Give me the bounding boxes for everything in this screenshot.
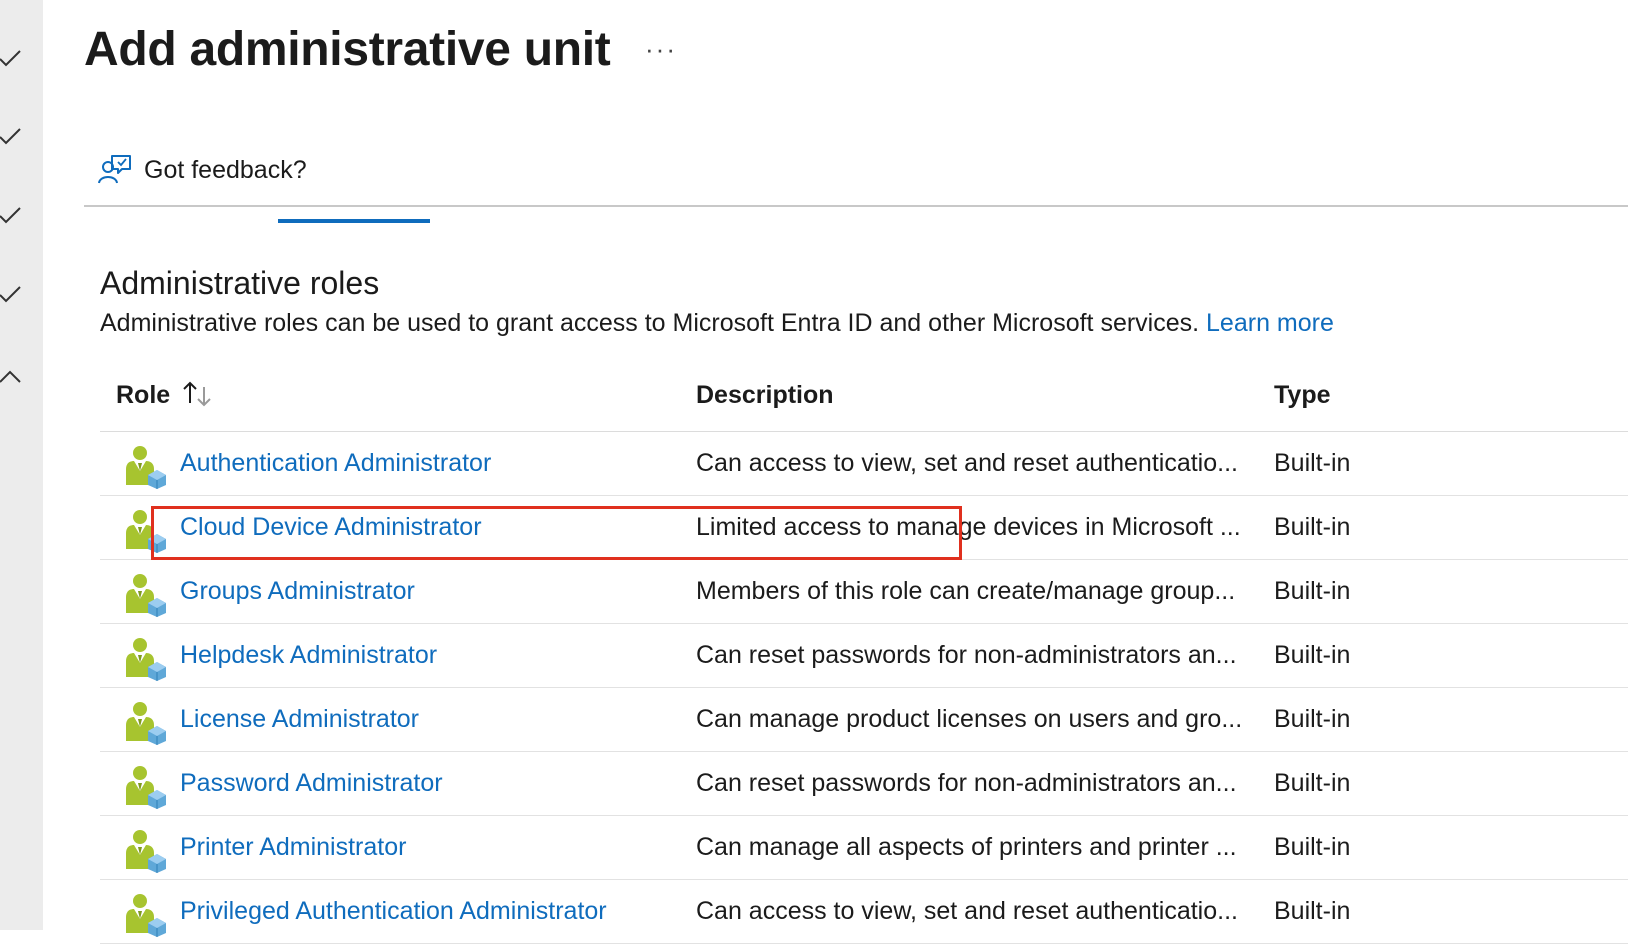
table-row[interactable]: Cloud Device Administrator Limited acces… [100, 496, 1628, 560]
role-link[interactable]: Password Administrator [180, 769, 443, 798]
table-header: Role Description Type [100, 371, 1628, 432]
table-row[interactable]: Helpdesk Administrator Can reset passwor… [100, 624, 1628, 688]
role-description: Can access to view, set and reset authen… [696, 449, 1238, 477]
role-admin-icon [126, 510, 166, 553]
role-link[interactable]: Printer Administrator [180, 833, 406, 862]
table-row[interactable]: Authentication Administrator Can access … [100, 432, 1628, 496]
page-title: Add administrative unit [84, 23, 611, 76]
role-description: Members of this role can create/manage g… [696, 577, 1236, 605]
role-admin-icon [126, 830, 166, 873]
role-type: Built-in [1274, 641, 1351, 669]
feedback-button[interactable]: Got feedback? [98, 150, 307, 190]
role-description: Limited access to manage devices in Micr… [696, 513, 1241, 541]
role-admin-icon [126, 894, 166, 937]
role-link[interactable]: Cloud Device Administrator [180, 513, 482, 542]
role-link[interactable]: Privileged Authentication Administrator [180, 897, 607, 926]
role-description: Can reset passwords for non-administrato… [696, 769, 1237, 797]
check-icon [0, 286, 21, 303]
section-title: Administrative roles [100, 265, 380, 301]
feedback-person-icon [98, 155, 131, 184]
column-header-role[interactable]: Role [116, 381, 170, 410]
active-tab-indicator [278, 219, 430, 223]
learn-more-link[interactable]: Learn more [1206, 309, 1334, 337]
role-admin-icon [126, 638, 166, 681]
role-description: Can reset passwords for non-administrato… [696, 641, 1237, 669]
role-link[interactable]: Helpdesk Administrator [180, 641, 437, 670]
role-link[interactable]: Authentication Administrator [180, 449, 491, 478]
toolbar-divider [84, 205, 1628, 207]
role-admin-icon [126, 446, 166, 489]
role-type: Built-in [1274, 833, 1351, 861]
role-type: Built-in [1274, 513, 1351, 541]
table-body: Authentication Administrator Can access … [100, 432, 1628, 944]
check-icon [0, 207, 21, 224]
role-admin-icon [126, 574, 166, 617]
column-header-description: Description [696, 381, 834, 409]
role-type: Built-in [1274, 897, 1351, 925]
section-description: Administrative roles can be used to gran… [100, 309, 1334, 338]
role-type: Built-in [1274, 449, 1351, 477]
role-type: Built-in [1274, 577, 1351, 605]
role-type: Built-in [1274, 705, 1351, 733]
table-row[interactable]: Groups Administrator Members of this rol… [100, 560, 1628, 624]
roles-table: Role Description Type Authentication Adm… [100, 371, 1628, 944]
chevron-up-icon[interactable] [0, 366, 24, 390]
role-link[interactable]: License Administrator [180, 705, 419, 734]
role-admin-icon [126, 766, 166, 809]
role-description: Can manage all aspects of printers and p… [696, 833, 1237, 861]
check-icon [0, 50, 21, 67]
column-header-type: Type [1274, 381, 1331, 409]
table-row[interactable]: Privileged Authentication Administrator … [100, 880, 1628, 944]
check-icon [0, 128, 21, 145]
role-type: Built-in [1274, 769, 1351, 797]
sort-icon[interactable] [180, 379, 218, 409]
role-description: Can access to view, set and reset authen… [696, 897, 1238, 925]
table-row[interactable]: Printer Administrator Can manage all asp… [100, 816, 1628, 880]
role-description: Can manage product licenses on users and… [696, 705, 1243, 733]
table-row[interactable]: License Administrator Can manage product… [100, 688, 1628, 752]
role-admin-icon [126, 702, 166, 745]
feedback-label: Got feedback? [144, 155, 307, 184]
more-options-button[interactable]: ··· [645, 34, 677, 65]
wizard-step-rail [0, 0, 43, 930]
role-link[interactable]: Groups Administrator [180, 577, 415, 606]
table-row[interactable]: Password Administrator Can reset passwor… [100, 752, 1628, 816]
section-description-text: Administrative roles can be used to gran… [100, 309, 1200, 337]
